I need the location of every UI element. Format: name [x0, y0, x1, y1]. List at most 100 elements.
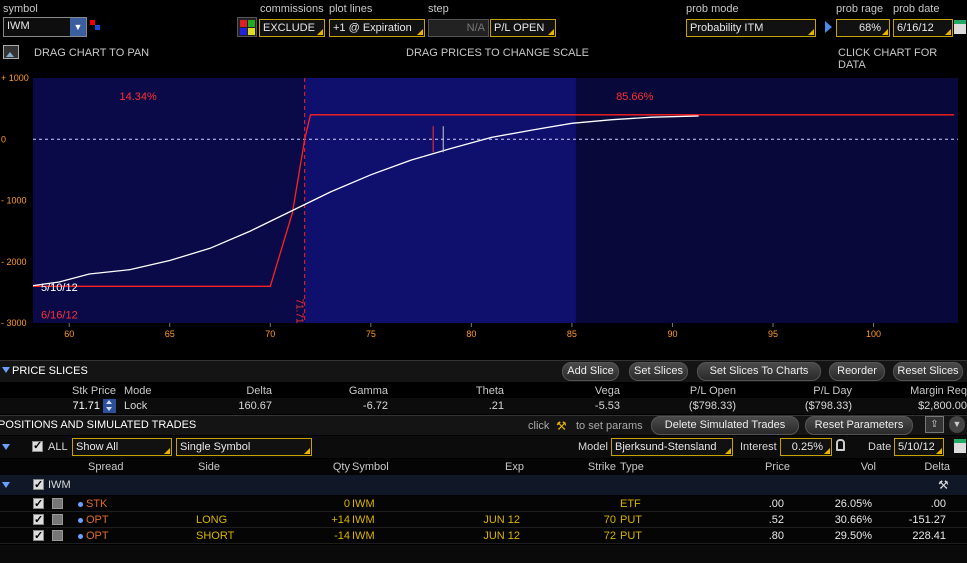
calendar-icon[interactable]: [954, 20, 966, 34]
delta-cell: -151.27: [908, 514, 946, 526]
set-slices-to-charts-button[interactable]: Set Slices To Charts: [697, 362, 821, 381]
exp-cell: JUN 12: [483, 530, 520, 542]
price-cell: .80: [768, 530, 784, 542]
dropdown-corner-icon: [304, 448, 310, 454]
export-icon[interactable]: ⇪: [925, 416, 944, 433]
spread-cell: OPT: [86, 514, 109, 526]
reset-slices-button[interactable]: Reset Slices: [893, 362, 963, 381]
scale-hint: DRAG PRICES TO CHANGE SCALE: [406, 47, 589, 59]
lock-icon[interactable]: [836, 439, 845, 451]
click-hint: CLICK CHART FOR DATA: [838, 47, 938, 71]
strike-cell: 72: [603, 530, 616, 542]
model-select[interactable]: Bjerksund-Stensland: [611, 438, 733, 456]
col-side: Side: [198, 461, 221, 473]
chevron-down-icon[interactable]: ▼: [949, 416, 965, 433]
row-toggle[interactable]: [52, 498, 63, 509]
commissions-select[interactable]: EXCLUDE: [259, 19, 325, 37]
pl-mode-value: P/L OPEN: [494, 22, 545, 34]
play-arrow-icon[interactable]: [825, 21, 832, 33]
reset-parameters-button[interactable]: Reset Parameters: [805, 416, 913, 435]
position-group-row[interactable]: IWM ⚒: [0, 475, 967, 495]
pan-hint: DRAG CHART TO PAN: [34, 47, 150, 59]
mode-value[interactable]: Lock: [124, 398, 164, 414]
side-cell: LONG: [196, 514, 228, 526]
link-color-icon-2: [95, 25, 100, 30]
row-toggle[interactable]: [52, 514, 63, 525]
positions-header: POSITIONS AND SIMULATED TRADES click ⚒ t…: [0, 415, 967, 435]
commissions-value: EXCLUDE: [263, 22, 315, 34]
row-checkbox[interactable]: [33, 512, 44, 528]
symbol-filter-value: Single Symbol: [180, 441, 251, 453]
delta-cell: 228.41: [912, 530, 946, 542]
wrench-icon[interactable]: ⚒: [938, 477, 949, 493]
model-label: Model: [578, 441, 608, 453]
x-tick-label: 80: [466, 329, 476, 339]
date-input[interactable]: 5/10/12: [894, 438, 944, 456]
col-vol: Vol: [860, 461, 876, 473]
dropdown-corner-icon: [548, 29, 554, 35]
wrench-icon[interactable]: ⚒: [556, 419, 567, 433]
col-spread: Spread: [88, 461, 124, 473]
y-tick-label: - 3000: [1, 318, 27, 328]
vega-value: -5.53: [594, 400, 620, 412]
spread-cell: OPT: [86, 530, 109, 542]
stk-price-value[interactable]: 71.71: [40, 398, 100, 414]
row-checkbox[interactable]: [33, 528, 44, 544]
price-slice-row[interactable]: 71.71 Lock 160.67 -6.72 .21 -5.53 ($798.…: [0, 398, 967, 414]
delta-cell: .00: [930, 498, 946, 510]
x-tick-label: 85: [567, 329, 577, 339]
table-row[interactable]: OPT LONG +14IWM JUN 12 70 PUT .52 30.66% -151.27: [0, 512, 967, 528]
symbol-cell: IWM: [352, 514, 375, 526]
add-slice-button[interactable]: Add Slice: [562, 362, 619, 381]
symbol-filter-select[interactable]: Single Symbol: [176, 438, 312, 456]
left-probability-label: 14.34%: [119, 91, 157, 103]
margin-value: $2,800.00: [918, 400, 967, 412]
theta-value: .21: [488, 400, 504, 412]
dropdown-corner-icon: [808, 29, 814, 35]
color-grid-icon[interactable]: [237, 17, 257, 37]
prob-date-input[interactable]: 6/16/12: [893, 19, 953, 37]
row-toggle[interactable]: [52, 530, 63, 541]
type-cell: PUT: [620, 530, 642, 542]
delete-simulated-trades-button[interactable]: Delete Simulated Trades: [651, 416, 799, 435]
pl-day-value: ($798.33): [804, 400, 852, 412]
type-cell: PUT: [620, 514, 642, 526]
interest-label: Interest: [740, 441, 777, 453]
symbol-input[interactable]: IWM ▼: [3, 17, 87, 37]
show-filter-select[interactable]: Show All: [72, 438, 172, 456]
calendar-icon[interactable]: [954, 439, 966, 453]
exp-cell: JUN 12: [483, 514, 520, 526]
type-cell: ETF: [620, 498, 641, 510]
col-symbol: Symbol: [352, 461, 389, 473]
symbol-dropdown-icon[interactable]: ▼: [70, 18, 86, 36]
table-footer: [0, 545, 967, 563]
collapse-icon[interactable]: [2, 482, 10, 488]
interest-input[interactable]: 0.25%: [780, 438, 832, 456]
plot-lines-select[interactable]: +1 @ Expiration: [329, 19, 425, 37]
y-tick-label: - 2000: [1, 257, 27, 267]
row-status-icon: [78, 502, 83, 507]
prob-mode-select[interactable]: Probability ITM: [686, 19, 816, 37]
table-row[interactable]: STK 0IWM ETF .00 26.05% .00: [0, 496, 967, 512]
set-slices-button[interactable]: Set Slices: [629, 362, 688, 381]
risk-profile-chart[interactable]: + 1000 0 - 1000 - 2000 - 3000 60 65 70 75 80 85 90…: [0, 70, 967, 360]
right-probability-label: 85.66%: [616, 91, 654, 103]
group-checkbox[interactable]: [33, 477, 44, 493]
row-checkbox[interactable]: [33, 496, 44, 512]
step-input[interactable]: N/A: [428, 19, 489, 37]
collapse-icon[interactable]: [2, 367, 10, 373]
reorder-button[interactable]: Reorder: [829, 362, 885, 381]
plot-lines-label: plot lines: [329, 3, 373, 15]
stepper-icon[interactable]: [103, 399, 116, 413]
x-tick-label: 100: [866, 329, 881, 339]
all-checkbox[interactable]: [32, 439, 43, 452]
col-stk-price: Stk Price: [71, 385, 116, 397]
prob-range-input[interactable]: 68%: [836, 19, 890, 37]
delta-value: 160.67: [238, 400, 272, 412]
table-row[interactable]: OPT SHORT -14IWM JUN 12 72 PUT .80 29.50% 228.41: [0, 528, 967, 544]
prob-mode-value: Probability ITM: [690, 22, 764, 34]
image-icon[interactable]: [3, 45, 19, 59]
symbol-cell: IWM: [352, 498, 375, 510]
pl-mode-select[interactable]: P/L OPEN: [490, 19, 556, 37]
collapse-icon[interactable]: [2, 444, 10, 450]
